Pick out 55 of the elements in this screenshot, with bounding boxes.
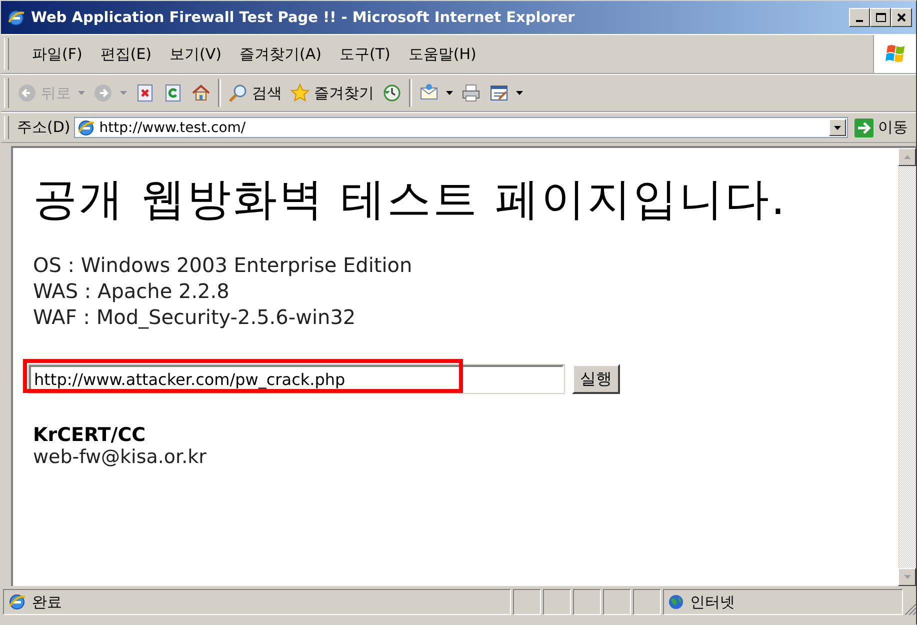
info-line: WAS : Apache 2.2.8 [33, 278, 230, 304]
dropdown-button[interactable] [829, 119, 846, 136]
menu-item[interactable]: 즐겨찾기(A) [230, 42, 330, 66]
menu-item[interactable]: 도구(T) [330, 42, 400, 66]
vertical-scrollbar[interactable] [898, 148, 916, 586]
email-address: web-fw@kisa.or.kr [33, 446, 208, 468]
favorites-button[interactable]: 즐겨찾기 [286, 81, 378, 105]
up-arrow-icon [904, 155, 910, 159]
organization-name: KrCERT/CC [33, 424, 147, 446]
submit-button[interactable]: 실행 [572, 364, 620, 394]
window-title: Web Application Firewall Test Page !! - Microsoft Internet Explorer [31, 10, 576, 26]
page-icon [77, 118, 96, 136]
close-button[interactable] [891, 8, 912, 27]
menu-item[interactable]: 파일(F) [23, 42, 92, 66]
status-pane [513, 589, 541, 615]
magnifier-icon [228, 83, 248, 103]
scroll-down-button[interactable] [898, 568, 916, 586]
go-button[interactable]: 이동 [852, 118, 910, 138]
address-field[interactable]: http://www.test.com/ [74, 117, 848, 138]
maximize-icon [876, 13, 886, 22]
status-pane [633, 589, 661, 615]
printer-icon [461, 83, 481, 103]
status-text: 완료 [32, 592, 62, 612]
close-icon [897, 13, 906, 22]
minimize-icon [856, 20, 863, 22]
address-label: 주소(D) [17, 118, 70, 137]
status-pane [543, 589, 571, 615]
dropdown-arrow-icon[interactable] [446, 91, 452, 95]
star-icon [290, 83, 310, 103]
house-icon [191, 83, 211, 103]
status-pane [573, 589, 601, 615]
scroll-up-button[interactable] [898, 148, 916, 166]
down-arrow-icon [904, 575, 910, 579]
dropdown-arrow-icon [834, 126, 841, 130]
menu-item[interactable]: 도움말(H) [399, 42, 486, 66]
zone-text: 인터넷 [690, 592, 735, 612]
dropdown-arrow-icon[interactable] [516, 91, 522, 95]
info-line: OS : Windows 2003 Enterprise Edition [33, 252, 414, 278]
menu-item[interactable]: 편집(E) [91, 42, 161, 66]
document-edit-icon [489, 83, 509, 103]
refresh-icon [163, 83, 183, 103]
maximize-button[interactable] [870, 8, 891, 27]
globe-icon [668, 594, 684, 610]
search-button[interactable]: 검색 [224, 81, 286, 105]
history-icon [382, 83, 402, 103]
stop-icon [135, 83, 155, 103]
flag-icon [883, 43, 907, 65]
info-line: WAF : Mod_Security-2.5.6-win32 [33, 304, 357, 330]
page-heading: 공개 웹방화벽 테스트 페이지입니다. [33, 173, 788, 227]
menu-item[interactable]: 보기(V) [160, 42, 230, 66]
page-icon [8, 593, 26, 611]
status-pane [603, 589, 631, 615]
minimize-button[interactable] [849, 8, 870, 27]
browser-icon [7, 8, 25, 26]
resize-grip-icon [905, 604, 916, 615]
